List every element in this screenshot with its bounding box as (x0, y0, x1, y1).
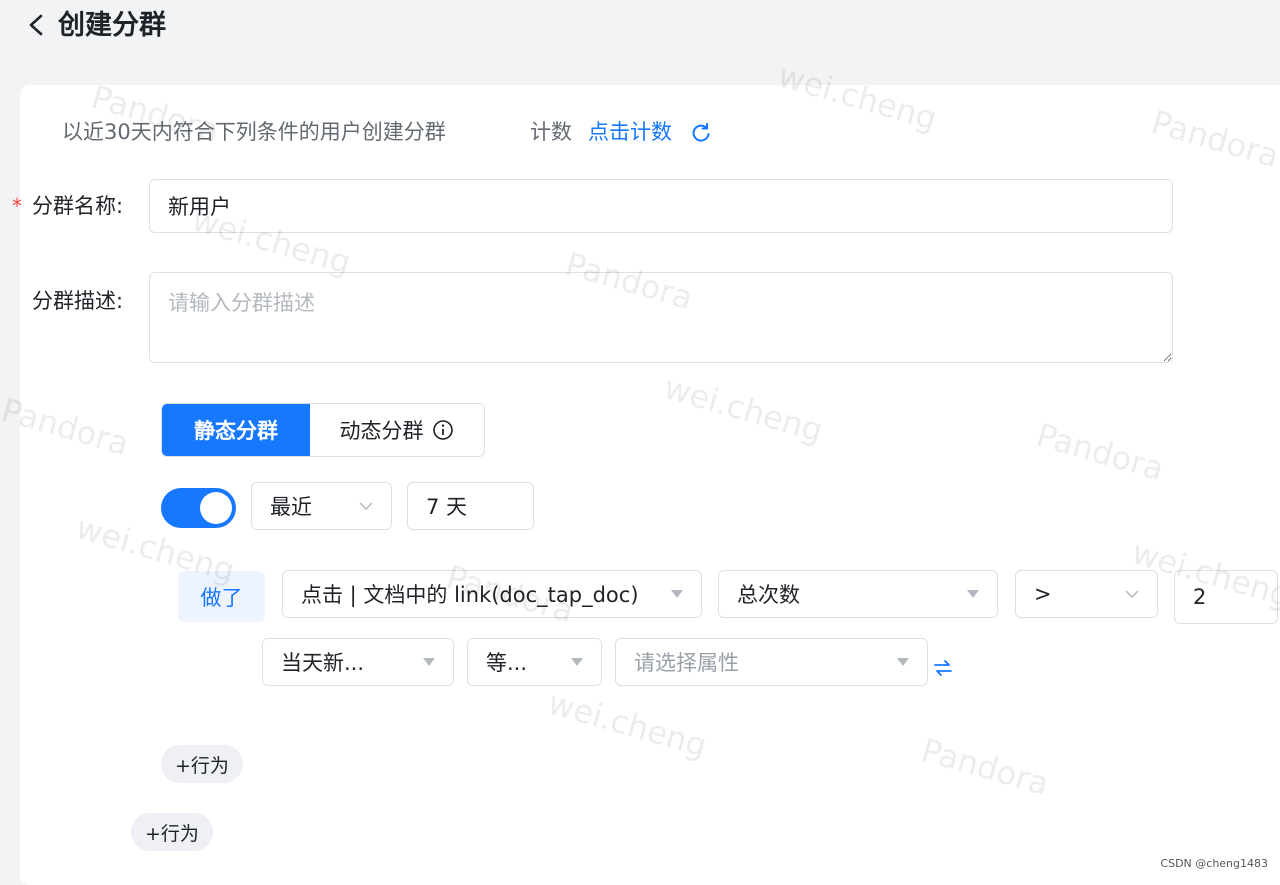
info-icon[interactable] (432, 419, 454, 441)
page-header: 创建分群 (0, 0, 1280, 60)
caret-down-icon (967, 590, 979, 598)
segment-name-input[interactable] (149, 179, 1173, 233)
swap-icon[interactable] (932, 657, 954, 679)
filter-value-select[interactable]: 请选择属性 (615, 638, 928, 686)
back-arrow-icon[interactable] (26, 10, 46, 40)
segment-description-textarea[interactable] (149, 272, 1173, 363)
refresh-icon[interactable] (690, 122, 712, 144)
time-mode-select[interactable]: 最近 (251, 482, 392, 530)
segment-description-text: 以近30天内符合下列条件的用户创建分群 (62, 120, 446, 144)
caret-down-icon (897, 658, 909, 666)
filter-operator-select[interactable]: 等... (467, 638, 602, 686)
chevron-down-icon (1125, 589, 1139, 598)
chevron-down-icon (359, 501, 373, 510)
click-count-link[interactable]: 点击计数 (588, 118, 672, 146)
segment-description-label: 分群描述: (32, 289, 124, 313)
required-mark: * (12, 194, 22, 218)
add-behavior-button-outer[interactable]: +行为 (131, 813, 213, 851)
event-select[interactable]: 点击 | 文档中的 link(doc_tap_doc) (282, 570, 702, 618)
toggle-knob (200, 492, 232, 524)
footer-credit: CSDN @cheng1483 (1160, 857, 1268, 870)
segment-type-switch: 静态分群 动态分群 (161, 403, 485, 457)
caret-down-icon (423, 658, 435, 666)
dynamic-segment-tab[interactable]: 动态分群 (310, 404, 483, 456)
caret-down-icon (671, 590, 683, 598)
add-behavior-button-inner[interactable]: +行为 (161, 745, 243, 783)
operator-select[interactable]: > (1015, 570, 1158, 618)
page-title: 创建分群 (58, 10, 166, 41)
segment-name-label: 分群名称: (32, 194, 124, 218)
static-segment-tab[interactable]: 静态分群 (162, 404, 310, 456)
days-input[interactable] (407, 482, 534, 530)
filter-property-select[interactable]: 当天新... (262, 638, 454, 686)
dynamic-segment-label: 动态分群 (339, 419, 424, 443)
filter-property-value: 当天新... (281, 651, 365, 675)
metric-select[interactable]: 总次数 (718, 570, 998, 618)
event-value: 点击 | 文档中的 link(doc_tap_doc) (301, 583, 639, 607)
caret-down-icon (571, 658, 583, 666)
filter-value-placeholder: 请选择属性 (634, 651, 739, 675)
filter-operator-value: 等... (486, 651, 528, 675)
time-mode-value: 最近 (270, 495, 312, 519)
count-value-input[interactable] (1174, 570, 1278, 624)
operator-value: > (1034, 582, 1052, 606)
did-action-tag: 做了 (178, 571, 265, 622)
time-range-toggle[interactable] (161, 488, 236, 528)
metric-value: 总次数 (737, 583, 800, 607)
count-label: 计数 (530, 120, 572, 144)
